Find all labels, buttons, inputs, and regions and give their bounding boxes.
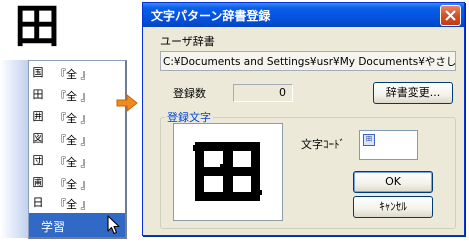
candidate-glyph: 囲: [32, 110, 44, 123]
candidate-label: 『全 』: [55, 156, 92, 169]
candidate-label: 『全 』: [55, 178, 92, 191]
count-value: 0: [279, 86, 286, 99]
change-dict-button[interactable]: 辞書変更...: [373, 82, 453, 104]
mouse-cursor-icon: [107, 215, 120, 235]
handwritten-glyph-preview: 田: [14, 0, 60, 53]
candidate-item[interactable]: 田 『全 』: [29, 85, 125, 107]
glyph-preview: [193, 142, 262, 201]
candidate-glyph: 圃: [32, 176, 44, 189]
user-dict-label: ユーザ辞書: [160, 35, 215, 48]
candidate-glyph: 国: [32, 66, 44, 79]
close-button[interactable]: [440, 5, 461, 26]
char-code-field[interactable]: 田: [359, 130, 418, 160]
popup-side-strip: [0, 60, 28, 238]
arrow-right-icon: [116, 94, 138, 112]
candidate-label: 『全 』: [55, 198, 92, 211]
glyph-preview-box: [173, 123, 283, 221]
count-label: 登録数: [173, 87, 206, 100]
ok-button[interactable]: OK: [353, 171, 433, 193]
candidate-item[interactable]: 国 『全 』: [29, 63, 125, 85]
candidate-label: 『全 』: [55, 134, 92, 147]
candidate-list: 国 『全 』 田 『全 』 囲 『全 』 図 『全 』 団 『全 』 圃 『全 …: [28, 60, 127, 239]
candidate-glyph: 田: [32, 88, 44, 101]
learn-menu-item[interactable]: 学習: [29, 213, 125, 237]
candidate-popup: 国 『全 』 田 『全 』 囲 『全 』 図 『全 』 団 『全 』 圃 『全 …: [0, 60, 127, 239]
dialog-title: 文字パターン辞書登録: [151, 9, 271, 23]
learn-menu-label: 学習: [41, 220, 66, 234]
cancel-button[interactable]: ｷｬﾝｾﾙ: [353, 196, 433, 218]
candidate-item[interactable]: 囲 『全 』: [29, 107, 125, 129]
candidate-item[interactable]: 図 『全 』: [29, 129, 125, 151]
candidate-glyph: 団: [32, 154, 44, 167]
candidate-glyph: 図: [32, 132, 44, 145]
candidate-label: 『全 』: [55, 68, 92, 81]
count-field: 0: [233, 84, 293, 102]
candidate-item[interactable]: 団 『全 』: [29, 151, 125, 173]
candidate-item[interactable]: 日 『全 』: [29, 193, 125, 215]
pattern-dictionary-dialog: 文字パターン辞書登録 ユーザ辞書 C:¥Documents and Settin…: [142, 2, 465, 236]
char-code-icon: 田: [363, 134, 375, 146]
char-code-label: 文字ｺｰﾄﾞ: [301, 138, 345, 151]
candidate-glyph: 日: [32, 196, 44, 209]
dict-path-text: C:¥Documents and Settings¥usr¥My Documen…: [163, 56, 456, 68]
dict-path-field: C:¥Documents and Settings¥usr¥My Documen…: [160, 51, 456, 71]
candidate-label: 『全 』: [55, 90, 92, 103]
close-icon: [445, 10, 456, 21]
dialog-title-bar[interactable]: 文字パターン辞書登録: [143, 3, 464, 27]
candidate-label: 『全 』: [55, 112, 92, 125]
candidate-item[interactable]: 圃 『全 』: [29, 173, 125, 195]
